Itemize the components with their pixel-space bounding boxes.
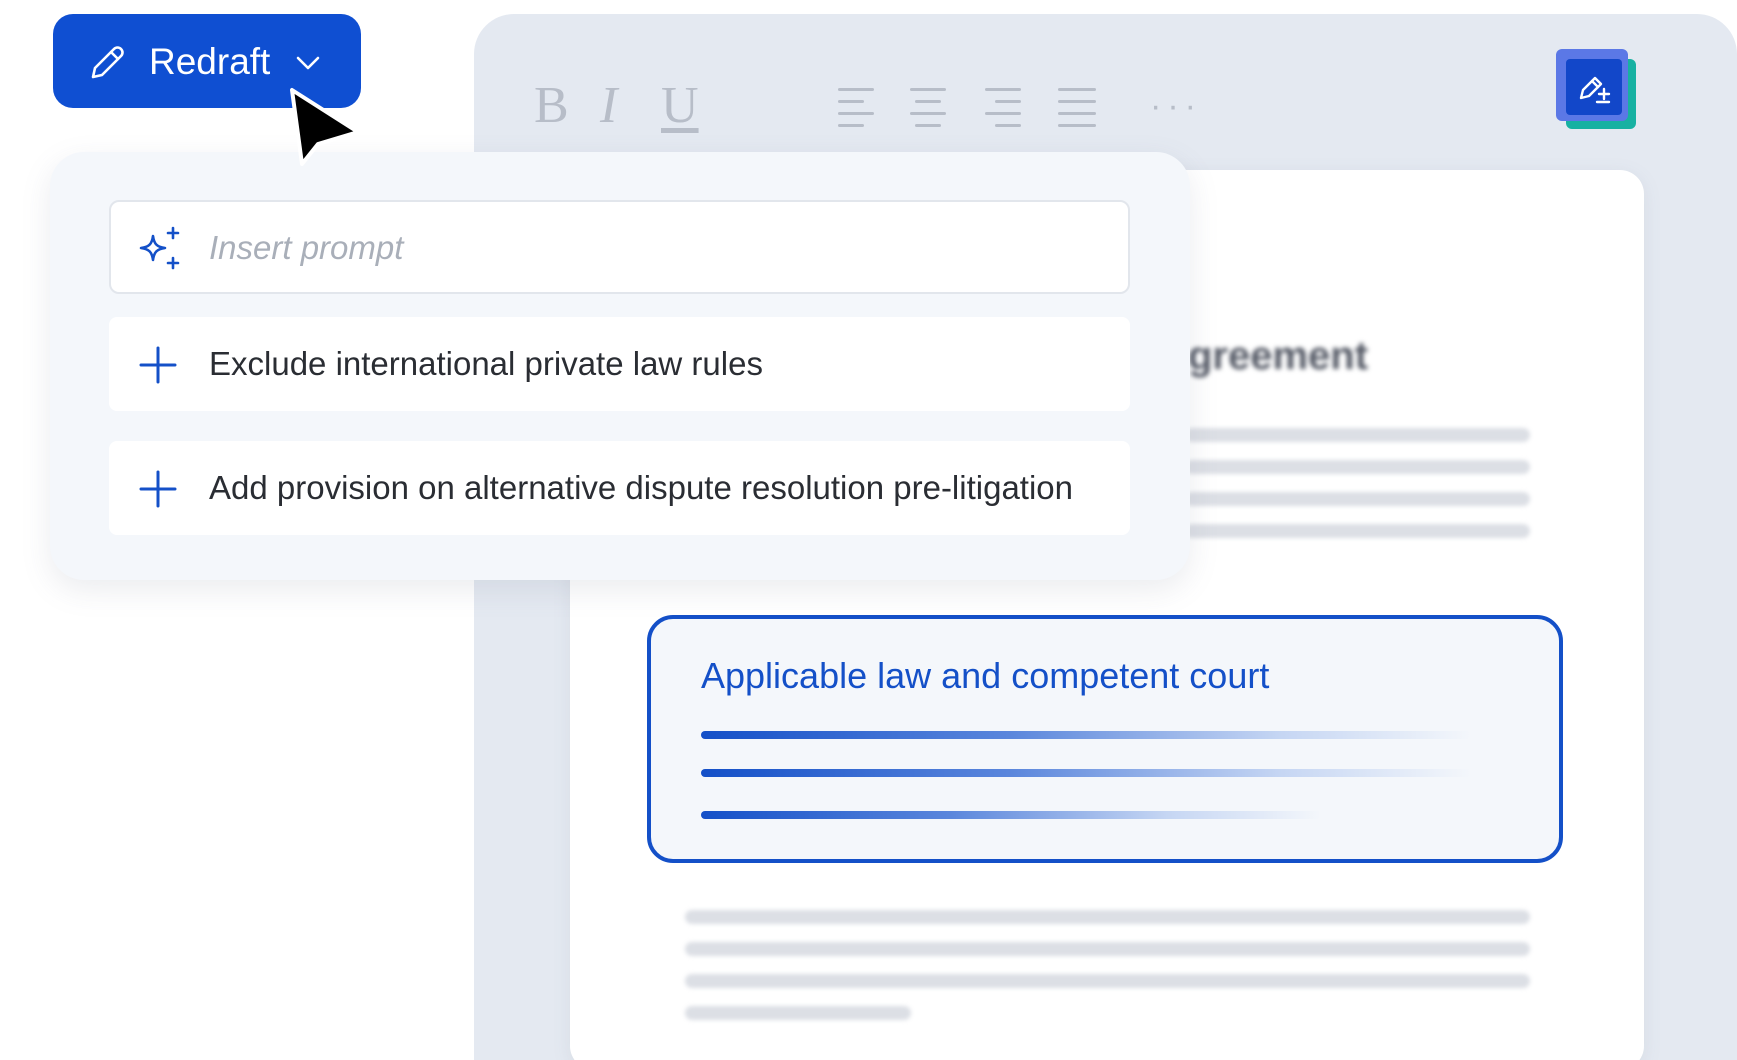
italic-icon[interactable]: I (600, 78, 617, 134)
ai-redraft-icon (1566, 59, 1622, 115)
sparkle-icon (139, 226, 180, 270)
text-line (685, 910, 1530, 924)
bold-icon[interactable]: B (534, 78, 569, 134)
text-line (1185, 524, 1530, 538)
redraft-label: Redraft (149, 41, 271, 82)
suggestion-label: Exclude international private law rules (209, 345, 763, 382)
clause-title: Applicable law and competent court (701, 655, 1270, 696)
text-line (685, 974, 1530, 988)
more-icon[interactable]: ··· (1150, 88, 1202, 124)
align-left-icon[interactable] (838, 88, 878, 127)
plus-icon (139, 470, 177, 508)
plus-icon (139, 346, 177, 384)
text-line (685, 942, 1530, 956)
text-line (685, 1006, 911, 1020)
clause-card[interactable]: Applicable law and competent court (647, 615, 1563, 863)
clause-line (701, 769, 1471, 777)
app-stage: B I U ··· greement Applicable law and co… (0, 0, 1737, 1060)
suggestion-label: Add provision on alternative dispute res… (209, 469, 1074, 506)
redraft-dropdown: Exclude international private law rules … (50, 152, 1190, 580)
ai-redraft-badge[interactable] (1556, 49, 1636, 129)
document-title: greement (1188, 334, 1369, 378)
text-line (1185, 492, 1530, 506)
text-line (1185, 460, 1530, 474)
badge-front (1556, 49, 1628, 121)
suggestion-item[interactable]: Add provision on alternative dispute res… (109, 441, 1130, 535)
prompt-input[interactable] (207, 224, 1091, 272)
mouse-cursor-icon (290, 88, 360, 166)
text-line (1185, 428, 1530, 442)
underline-icon[interactable]: U (661, 78, 699, 134)
clause-line (701, 811, 1321, 819)
clause-line (701, 731, 1471, 739)
prompt-field[interactable] (109, 200, 1130, 294)
pencil-icon (91, 46, 124, 79)
chevron-down-icon (296, 56, 320, 70)
align-right-icon[interactable] (985, 88, 1025, 127)
align-center-icon[interactable] (910, 88, 950, 127)
suggestion-item[interactable]: Exclude international private law rules (109, 317, 1130, 411)
align-justify-icon[interactable] (1058, 88, 1098, 127)
